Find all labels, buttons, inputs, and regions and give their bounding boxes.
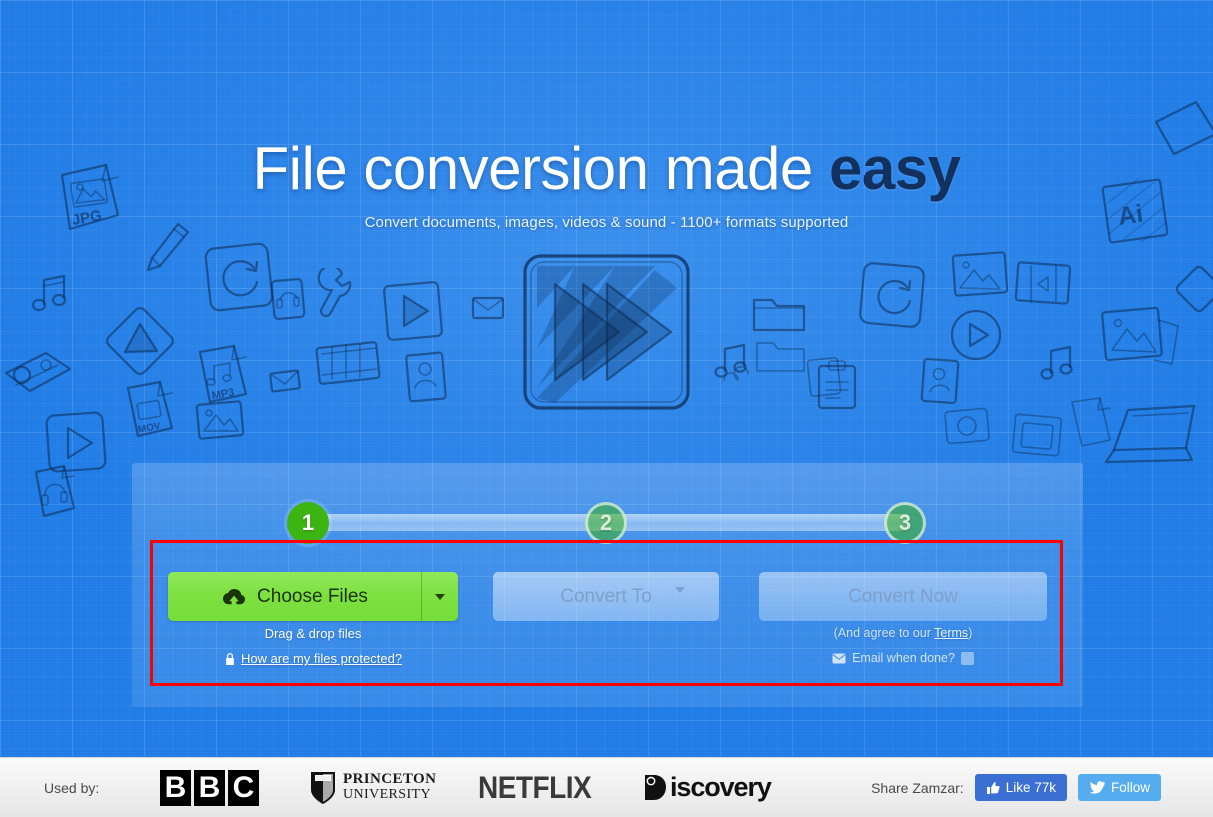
princeton-logo: PRINCETON UNIVERSITY	[310, 770, 436, 806]
bbc-logo: B B C	[160, 769, 259, 806]
convert-now-button[interactable]: Convert Now	[759, 572, 1047, 621]
lock-icon	[226, 652, 234, 665]
files-protected-link[interactable]: How are my files protected?	[241, 651, 402, 666]
facebook-like-button[interactable]: Like 77k	[974, 774, 1067, 801]
convert-to-label: Convert To	[560, 585, 652, 607]
used-by-label: Used by:	[44, 779, 100, 796]
chevron-down-icon	[435, 593, 445, 600]
bbc-letter-2: B	[194, 769, 225, 806]
share-area: Share Zamzar: Like 77k Follow	[871, 774, 1161, 801]
facebook-like-label: Like 77k	[1005, 780, 1056, 795]
convert-to-dropdown[interactable]: Convert To	[493, 572, 719, 621]
page-title-main: File conversion made	[252, 135, 814, 202]
princeton-shield-icon	[311, 771, 335, 804]
converter-panel: 1 2 3 Choose Files Convert To Convert No…	[132, 463, 1083, 707]
choose-files-helper-block: Drag & drop files How are my files prote…	[168, 626, 458, 666]
choose-files-label: Choose Files	[257, 585, 368, 607]
bbc-letter-3: C	[228, 769, 259, 806]
converter-controls-row: Choose Files Convert To Convert Now	[132, 572, 1083, 632]
drag-drop-hint: Drag & drop files	[264, 626, 362, 641]
chevron-down-icon	[675, 587, 685, 610]
email-when-done-checkbox[interactable]	[960, 651, 974, 665]
terms-suffix: )	[968, 626, 973, 640]
files-protected-row: How are my files protected?	[168, 651, 458, 666]
convert-now-label: Convert Now	[848, 585, 958, 607]
discovery-logo: iscovery	[643, 772, 772, 803]
bbc-letter-1: B	[160, 769, 191, 806]
step-indicator: 1 2 3	[132, 502, 1083, 544]
choose-files-dropdown-toggle[interactable]	[421, 572, 458, 621]
convert-to-chevron-wrap	[675, 587, 685, 611]
envelope-icon	[832, 653, 846, 663]
email-when-done-label: Email when done?	[852, 651, 955, 665]
convert-now-helper-block: (And agree to our Terms) Email when done…	[759, 626, 1047, 665]
page-title: File conversion made easy	[0, 132, 1213, 206]
page-root: JPG MP3 MOV Ai File conversion made easy…	[0, 0, 1213, 817]
netflix-wordmark: NETFLIX	[478, 769, 592, 805]
discovery-wordmark: iscovery	[670, 772, 772, 802]
share-label: Share Zamzar:	[871, 779, 964, 796]
princeton-line-1: PRINCETON	[343, 771, 437, 788]
step-2-number: 2	[599, 510, 613, 535]
hero-text-block: File conversion made easy Convert docume…	[0, 132, 1213, 231]
step-indicator-1[interactable]: 1	[287, 502, 329, 544]
twitter-follow-button[interactable]: Follow	[1077, 774, 1161, 801]
step-indicator-2[interactable]: 2	[585, 502, 627, 544]
step-1-number: 1	[301, 510, 315, 535]
page-subtitle: Convert documents, images, videos & soun…	[364, 214, 849, 231]
terms-prefix: (And agree to our	[833, 626, 935, 640]
choose-files-group: Choose Files	[168, 572, 458, 621]
discovery-globe-icon	[645, 775, 666, 800]
terms-line: (And agree to our Terms)	[759, 626, 1047, 640]
terms-link[interactable]: Terms	[934, 626, 968, 640]
twitter-follow-label: Follow	[1110, 780, 1150, 795]
thumbs-up-icon	[986, 781, 1000, 794]
step-indicator-3[interactable]: 3	[884, 502, 926, 544]
cloud-upload-icon	[223, 588, 246, 604]
netflix-logo: NETFLIX	[478, 769, 592, 805]
email-when-done-row: Email when done?	[759, 651, 1047, 665]
twitter-bird-icon	[1089, 780, 1105, 794]
princeton-line-2: UNIVERSITY	[343, 787, 431, 803]
step-3-number: 3	[898, 510, 912, 535]
page-title-accent: easy	[828, 135, 961, 202]
footer-bar: Used by: B B C PRINCETON UNIVERSITY NETF…	[0, 757, 1213, 817]
choose-files-button[interactable]: Choose Files	[168, 572, 421, 621]
princeton-wordmark: PRINCETON UNIVERSITY	[343, 772, 436, 802]
